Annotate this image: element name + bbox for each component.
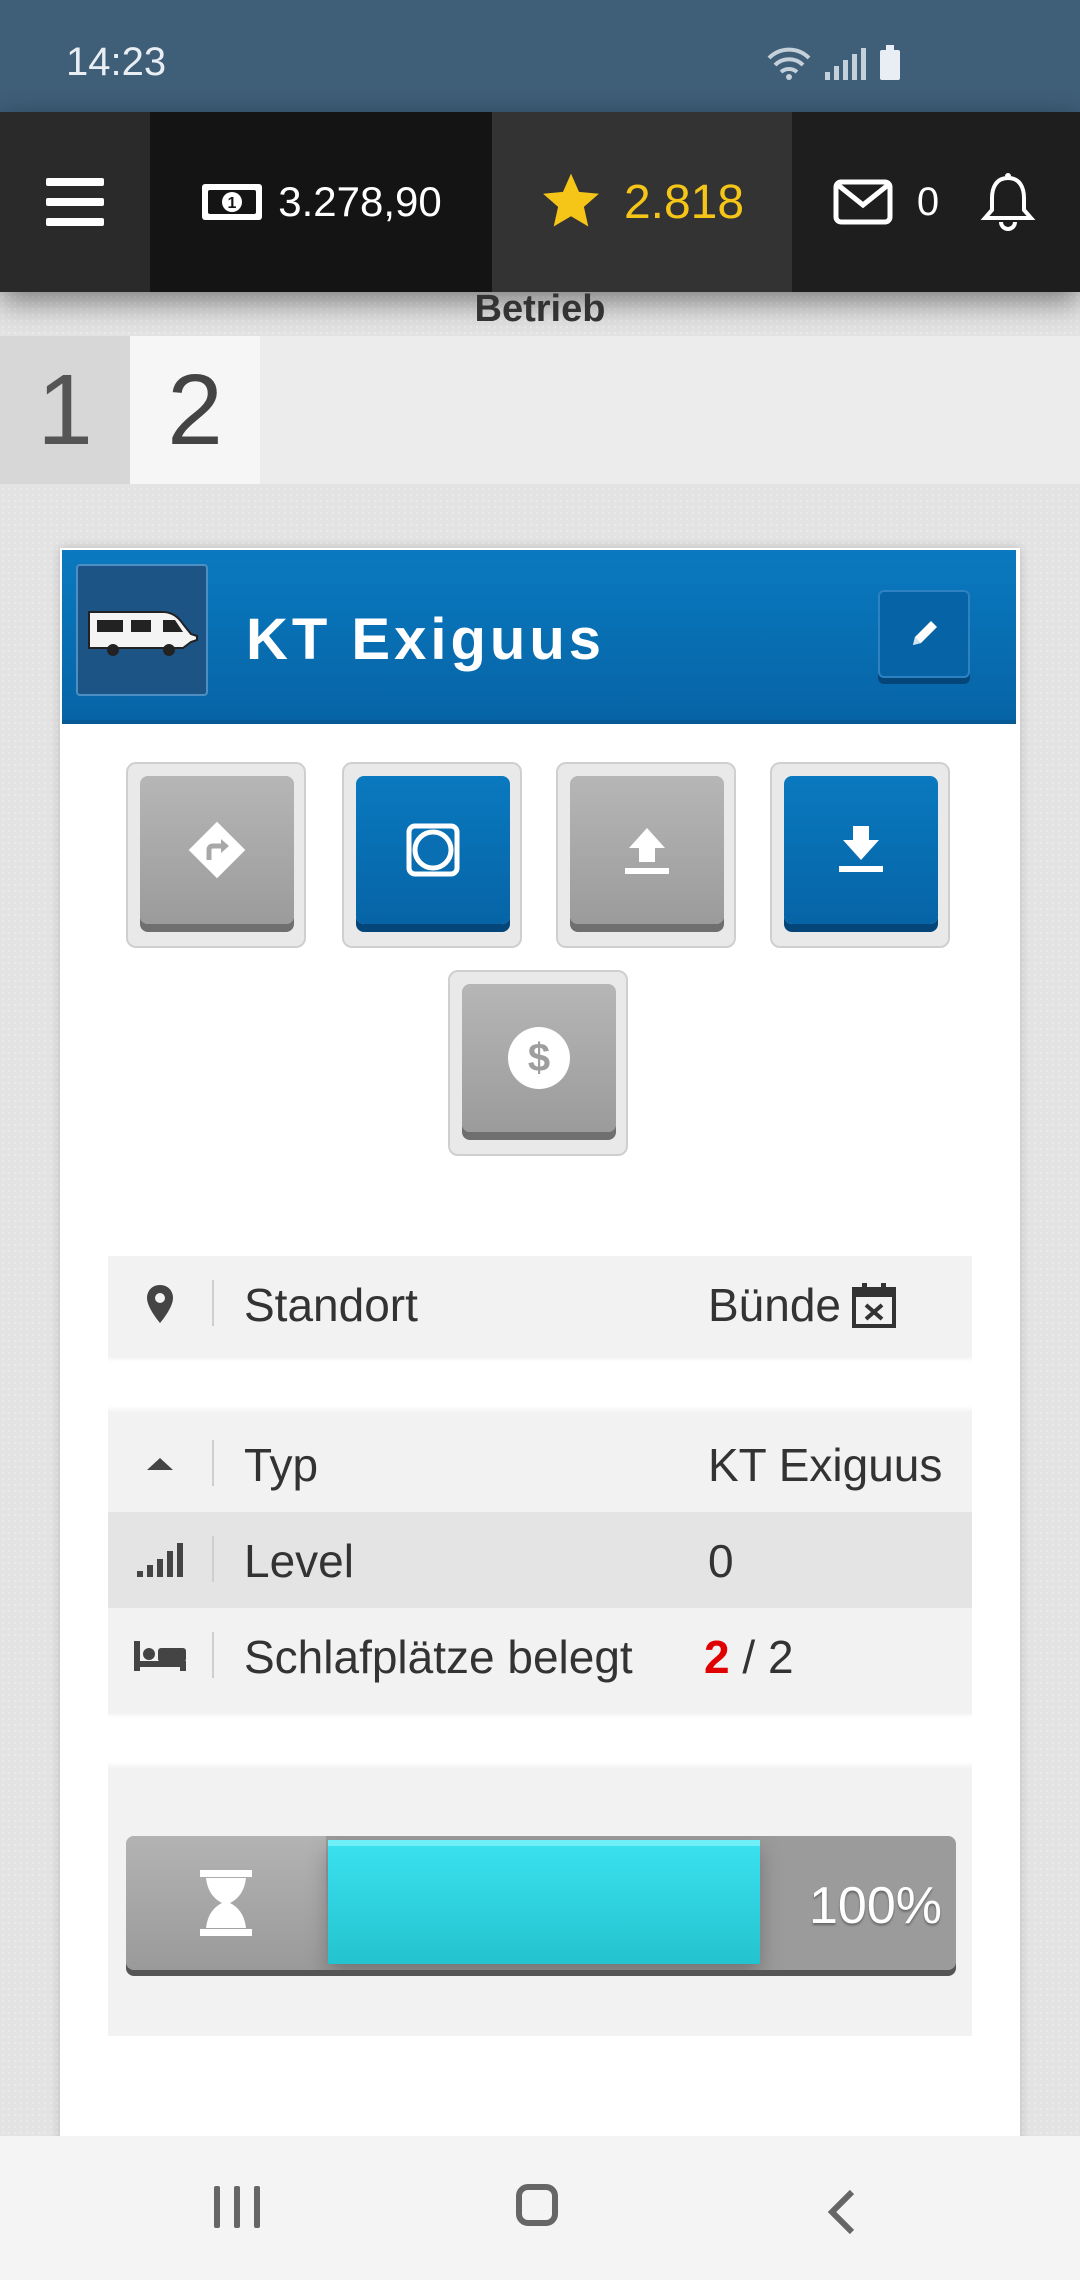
menu-button[interactable] (0, 112, 150, 292)
progress-label: 100% (809, 1877, 942, 1935)
progress-bar[interactable]: 100% (126, 1836, 956, 1970)
pencil-icon (913, 621, 937, 645)
download-button[interactable] (770, 762, 950, 948)
spacer (108, 1712, 972, 1768)
messages-count: 0 (916, 179, 940, 224)
system-navigation-bar (0, 2136, 1080, 2280)
row-standort: Standort Bünde (108, 1256, 972, 1352)
schlafplaetze-occupied: 2 (704, 1631, 730, 1683)
route-arrow-icon (188, 821, 246, 879)
typ-value-link[interactable]: KT Exiguus (708, 1438, 942, 1492)
schlafplaetze-separator: / (729, 1631, 768, 1683)
back-button[interactable] (826, 2188, 856, 2236)
schlafplaetze-value: 2 / 2 (704, 1630, 794, 1684)
bed-icon (108, 1608, 212, 1704)
status-time: 14:23 (66, 40, 167, 84)
camper-van-icon (76, 564, 208, 696)
card-header: KT Exiguus (62, 550, 1016, 724)
download-icon (839, 826, 883, 872)
tab-2[interactable]: 2 (130, 336, 260, 484)
section-title: Betrieb (474, 288, 606, 330)
banknote-icon: 1 (202, 184, 263, 220)
edit-button[interactable] (878, 590, 970, 678)
card-title: KT Exiguus (246, 607, 606, 672)
caret-up-icon (108, 1416, 212, 1512)
progress-fill (328, 1840, 760, 1964)
tab-bar: 1 2 (0, 336, 1080, 484)
star-icon (543, 173, 599, 227)
level-value: 0 (708, 1535, 734, 1587)
level-bars-icon (108, 1512, 212, 1608)
route-button[interactable] (126, 762, 306, 948)
schlafplaetze-total: 2 (767, 1631, 794, 1683)
hamburger-icon (46, 178, 104, 226)
money-button[interactable]: $ (448, 970, 628, 1156)
standort-label: Standort (244, 1279, 418, 1331)
wifi-icon (767, 47, 811, 80)
level-label: Level (244, 1535, 354, 1587)
calendar-x-icon[interactable] (851, 1281, 897, 1329)
stars-value: 2.818 (623, 175, 745, 229)
recents-button[interactable] (214, 2186, 260, 2228)
svg-text:1: 1 (228, 195, 237, 212)
upload-icon (625, 828, 669, 874)
schlafplaetze-label: Schlafplätze belegt (244, 1631, 633, 1683)
ring-button[interactable] (342, 762, 522, 948)
typ-label: Typ (244, 1439, 319, 1491)
notifications-button[interactable] (980, 112, 1080, 292)
signal-icon (825, 48, 866, 80)
status-icons (767, 45, 900, 80)
messages-button[interactable]: 0 (792, 112, 980, 292)
dollar-icon: $ (508, 1027, 570, 1089)
ring-icon (406, 823, 460, 877)
status-bar: 14:23 (0, 0, 1080, 112)
location-pin-icon (108, 1256, 212, 1352)
standort-value[interactable]: Bünde (708, 1278, 841, 1332)
spacer (108, 1356, 972, 1412)
info-table: Standort Bünde Typ KT Exiguus Level 0 Sc… (108, 1256, 972, 2036)
tab-1[interactable]: 1 (0, 336, 130, 484)
row-typ: Typ KT Exiguus (108, 1416, 972, 1512)
row-level: Level 0 (108, 1512, 972, 1608)
battery-icon (880, 45, 900, 80)
money-balance[interactable]: 1 3.278,90 (150, 112, 492, 292)
envelope-icon (833, 179, 893, 225)
top-navigation: 1 3.278,90 2.818 0 (0, 112, 1080, 292)
hourglass-icon (126, 1836, 326, 1970)
standort-value-wrap: Bünde (708, 1278, 897, 1332)
bell-icon (980, 173, 1036, 231)
home-button[interactable] (516, 2184, 558, 2226)
row-schlafplaetze: Schlafplätze belegt 2 / 2 (108, 1608, 972, 1704)
money-value: 3.278,90 (278, 178, 442, 225)
vehicle-card: KT Exiguus $ Standort Bünde Typ KT Exigu… (60, 548, 1020, 2148)
svg-text:$: $ (528, 1036, 550, 1080)
upload-button[interactable] (556, 762, 736, 948)
stars-balance[interactable]: 2.818 (492, 112, 792, 292)
